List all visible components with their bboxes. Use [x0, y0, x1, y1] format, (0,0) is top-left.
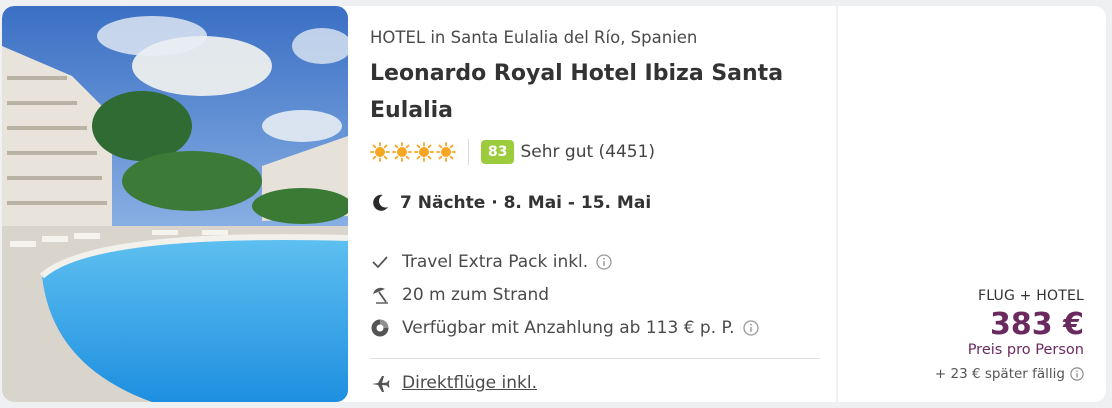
feature-label: 20 m zum Strand	[402, 284, 550, 305]
flight-info: Direktflüge inkl.	[370, 363, 816, 402]
sun-star-icon	[392, 142, 412, 162]
rating-row: 83 Sehr gut (4451)	[370, 137, 816, 167]
review-score-badge: 83	[481, 140, 515, 164]
review-score-text[interactable]: Sehr gut (4451)	[520, 142, 655, 162]
sun-star-icon	[436, 142, 456, 162]
section-divider	[370, 358, 820, 359]
hotel-photo[interactable]	[2, 6, 348, 402]
star-rating	[370, 142, 456, 162]
feature-item: Verfügbar mit Anzahlung ab 113 € p. P.	[370, 311, 816, 344]
airplane-icon	[372, 376, 390, 392]
hotel-offer-card[interactable]: HOTEL in Santa Eulalia del Río, Spanien …	[2, 6, 1106, 402]
rating-divider	[468, 139, 469, 165]
later-payment: + 23 € später fällig	[935, 366, 1084, 382]
moon-icon	[373, 194, 388, 211]
price-box: FLUG + HOTEL 383 € Preis pro Person + 23…	[935, 288, 1084, 382]
info-icon[interactable]	[596, 253, 612, 270]
hotel-photo-image	[2, 6, 348, 402]
feature-list: Travel Extra Pack inkl. 20 m zum Strand	[370, 245, 816, 344]
info-icon[interactable]	[742, 319, 759, 336]
travel-dates: 7 Nächte · 8. Mai - 15. Mai	[370, 189, 816, 217]
price-per-person-label: Preis pro Person	[967, 342, 1084, 358]
hotel-info: HOTEL in Santa Eulalia del Río, Spanien …	[348, 6, 836, 402]
sun-star-icon	[414, 142, 434, 162]
feature-label: Travel Extra Pack inkl.	[402, 251, 589, 272]
later-payment-text: + 23 € später fällig	[934, 366, 1065, 382]
feature-item: Travel Extra Pack inkl.	[370, 245, 816, 278]
deposit-icon	[371, 319, 389, 336]
beach-umbrella-icon	[373, 287, 388, 304]
hotel-location: HOTEL in Santa Eulalia del Río, Spanien	[370, 28, 698, 47]
travel-dates-text: 7 Nächte · 8. Mai - 15. Mai	[400, 193, 652, 213]
direct-flights-link[interactable]: Direktflüge inkl.	[402, 373, 537, 393]
feature-item: 20 m zum Strand	[370, 278, 816, 311]
check-icon	[372, 255, 388, 268]
feature-label: Verfügbar mit Anzahlung ab 113 € p. P.	[402, 317, 735, 338]
package-type: FLUG + HOTEL	[977, 288, 1084, 304]
hotel-name[interactable]: Leonardo Royal Hotel Ibiza Santa Eulalia	[370, 55, 790, 129]
info-icon[interactable]	[1070, 367, 1084, 381]
price-amount[interactable]: 383 €	[935, 308, 1084, 342]
sun-star-icon	[370, 142, 390, 162]
price-panel[interactable]: FLUG + HOTEL 383 € Preis pro Person + 23…	[836, 6, 1106, 402]
